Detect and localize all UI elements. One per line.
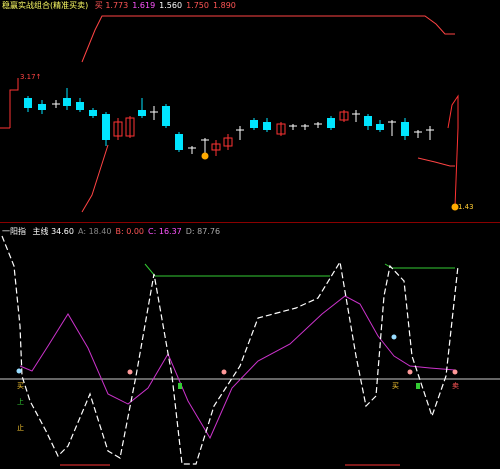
green-up-arrow-1 (178, 383, 182, 389)
buy-tag-right: 买 (392, 382, 399, 390)
stop-tag: 止 (17, 424, 24, 432)
left-bracket-line (9, 78, 19, 128)
signal-icon-5 (452, 369, 458, 375)
support-line-right (417, 157, 455, 167)
resistance-line (81, 15, 455, 63)
high-price-label: 3.17↑ (20, 73, 42, 81)
oscillator-panel[interactable]: 一阳指 主线 34.60 A: 18.40 B: 0.00 C: 16.37 D: 87… (0, 226, 500, 469)
candle-body-12 (175, 134, 183, 150)
candle-body-30 (401, 122, 409, 136)
candle-body-5 (89, 110, 97, 116)
candle-body-4 (76, 102, 84, 110)
green-level-1 (144, 263, 330, 277)
candle-body-24 (327, 118, 335, 128)
up-tag: 上 (17, 398, 24, 406)
signal-icon-2 (221, 369, 227, 375)
buy-tag: 买 (17, 382, 24, 390)
candle-body-11 (162, 106, 170, 126)
signal-icon-4 (407, 369, 413, 375)
candle-body-9 (138, 110, 146, 116)
candle-body-6 (102, 114, 110, 140)
oscillator-chart[interactable] (0, 226, 500, 469)
candlestick-chart[interactable] (0, 0, 500, 222)
candle-body-27 (364, 116, 372, 126)
right-drop-line (447, 94, 459, 208)
low-price-label: 1.43 (458, 203, 474, 211)
candle-body-18 (250, 120, 258, 128)
signal-line (19, 295, 456, 440)
sell-tag: 卖 (452, 382, 459, 390)
green-level-2 (384, 263, 455, 269)
green-up-arrow-2 (416, 383, 420, 389)
candle-body-1 (38, 104, 46, 110)
signal-marker-low (201, 152, 209, 160)
signal-icon-1 (127, 369, 133, 375)
candle-body-0 (24, 98, 32, 108)
candle-body-3 (63, 98, 71, 106)
price-chart-panel[interactable]: 稳赢实战组合(精准买卖) 买 1.773 1.619 1.560 1.750 1.890… (0, 0, 500, 222)
support-line (81, 144, 109, 213)
signal-icon-3 (391, 334, 397, 340)
candle-body-28 (376, 124, 384, 130)
signal-icon-0 (16, 368, 22, 374)
candle-body-19 (263, 122, 271, 130)
